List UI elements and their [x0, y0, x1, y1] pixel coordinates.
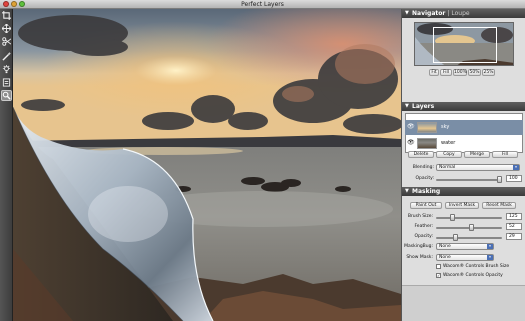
- visibility-eye-icon[interactable]: 👁: [407, 140, 415, 146]
- fill-layer-button[interactable]: Fill: [492, 151, 518, 158]
- delete-layer-button[interactable]: Delete: [408, 151, 434, 158]
- navigator-header[interactable]: ▼ Navigator | Loupe: [402, 9, 525, 18]
- wacom-brush-size-checkbox[interactable]: [436, 264, 441, 269]
- invert-mask-button[interactable]: Invert Mask: [445, 202, 479, 209]
- paint-out-button[interactable]: Paint Out: [410, 202, 442, 209]
- select-arrow-icon: ▾: [513, 165, 519, 170]
- show-mask-value: None: [439, 255, 451, 260]
- crop-tool-icon[interactable]: [1, 10, 12, 21]
- move-tool-icon[interactable]: [1, 23, 12, 34]
- layer-opacity-field[interactable]: 100: [506, 175, 522, 182]
- slider-knob[interactable]: [497, 176, 502, 183]
- mask-opacity-label: Opacity:: [414, 234, 434, 239]
- brush-size-slider[interactable]: [436, 214, 502, 221]
- photo-canvas: [13, 9, 401, 321]
- panel-footer: [402, 285, 525, 321]
- visibility-eye-icon[interactable]: 👁: [407, 124, 415, 130]
- light-tool-icon[interactable]: [1, 64, 12, 75]
- viewport-rectangle[interactable]: [433, 27, 497, 63]
- wacom-opacity-label: Wacom® Controls Opacity: [443, 273, 503, 278]
- select-arrow-icon: ▾: [487, 255, 493, 260]
- wacom-opacity-checkbox[interactable]: ✓: [436, 273, 441, 278]
- copy-layer-button[interactable]: Copy: [436, 151, 462, 158]
- zoom-tool-icon[interactable]: [1, 90, 12, 101]
- blending-label: Blending:: [412, 165, 434, 170]
- feather-label: Feather:: [414, 224, 433, 229]
- disclosure-triangle-icon[interactable]: ▼: [405, 187, 409, 196]
- layer-name: sky: [441, 124, 450, 130]
- layer-opacity-slider[interactable]: [436, 176, 502, 183]
- mask-opacity-slider[interactable]: [436, 234, 502, 241]
- tool-palette: [0, 9, 13, 321]
- merge-layer-button[interactable]: Merge: [464, 151, 490, 158]
- mask-opacity-field[interactable]: 29: [506, 233, 522, 240]
- disclosure-triangle-icon[interactable]: ▼: [405, 102, 409, 111]
- navigator-preview[interactable]: [414, 22, 514, 66]
- layers-header[interactable]: ▼ Layers: [402, 102, 525, 111]
- slider-knob[interactable]: [453, 234, 458, 241]
- brush-tool-icon[interactable]: [1, 51, 12, 62]
- masking-bug-select[interactable]: None ▾: [436, 243, 494, 250]
- blending-select[interactable]: Normal ▾: [436, 164, 520, 171]
- slider-knob[interactable]: [469, 224, 474, 231]
- masking-header[interactable]: ▼ Masking: [402, 187, 525, 196]
- wacom-brush-size-label: Wacom® Controls Brush Size: [443, 264, 510, 269]
- masking-bug-value: None: [439, 244, 451, 249]
- layer-opacity-label: Opacity:: [415, 176, 435, 181]
- window-title: Perfect Layers: [241, 1, 284, 8]
- slider-knob[interactable]: [450, 214, 455, 221]
- feather-slider[interactable]: [436, 224, 502, 231]
- masking-title: Masking: [412, 188, 441, 195]
- show-mask-select[interactable]: None ▾: [436, 254, 494, 261]
- transform-tool-icon[interactable]: [1, 36, 12, 47]
- layer-thumbnail: [417, 122, 437, 133]
- brush-size-field[interactable]: 125: [506, 213, 522, 220]
- feather-field[interactable]: 52: [506, 223, 522, 230]
- image-canvas[interactable]: [13, 9, 401, 321]
- stamp-tool-icon[interactable]: [1, 77, 12, 88]
- side-panel: ▼ Navigator | Loupe Fit Fill 100% 50% 25…: [401, 9, 525, 321]
- layer-name: water: [441, 140, 456, 146]
- loupe-tab[interactable]: Loupe: [451, 10, 469, 17]
- masking-bug-label: MaskingBug:: [404, 244, 433, 249]
- select-arrow-icon: ▾: [487, 244, 493, 249]
- disclosure-triangle-icon[interactable]: ▼: [405, 9, 409, 18]
- layer-row-sky[interactable]: 👁 sky: [405, 120, 523, 135]
- layer-thumbnail: [417, 138, 437, 149]
- reset-mask-button[interactable]: Reset Mask: [482, 202, 516, 209]
- layers-title: Layers: [412, 103, 435, 110]
- title-bar[interactable]: Perfect Layers: [0, 0, 525, 9]
- zoom-50-button[interactable]: 50%: [468, 69, 481, 76]
- brush-size-label: Brush Size:: [407, 214, 433, 219]
- layer-row-water[interactable]: 👁 water: [405, 136, 523, 151]
- zoom-fit-button[interactable]: Fit: [429, 69, 439, 76]
- show-mask-label: Show Mask:: [406, 255, 433, 260]
- zoom-100-button[interactable]: 100%: [453, 69, 467, 76]
- zoom-fill-button[interactable]: Fill: [440, 69, 452, 76]
- zoom-25-button[interactable]: 25%: [482, 69, 495, 76]
- navigator-tab[interactable]: Navigator: [412, 10, 445, 17]
- blending-value: Normal: [439, 165, 456, 170]
- app-window: Perfect Layers ▼ Navigator | Loupe Fit F…: [0, 0, 525, 321]
